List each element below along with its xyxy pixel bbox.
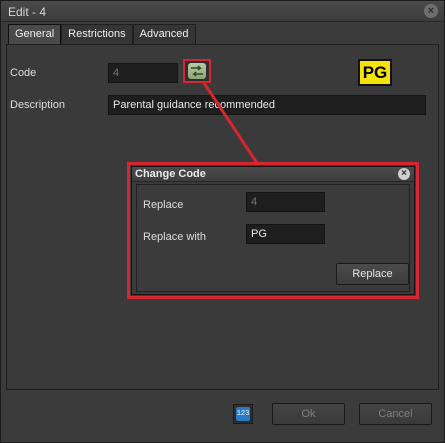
numbering-icon: 123	[236, 407, 250, 421]
dialog-title: Change Code	[135, 168, 206, 180]
edit-window: Edit - 4 × General Restrictions Advanced…	[0, 0, 445, 443]
tab-bar: General Restrictions Advanced	[8, 24, 196, 44]
dialog-close-icon[interactable]: ×	[398, 168, 410, 180]
replace-button[interactable]: Replace	[336, 263, 409, 285]
code-field[interactable]: 4	[108, 63, 178, 83]
tab-restrictions[interactable]: Restrictions	[61, 24, 133, 44]
ok-button[interactable]: Ok	[272, 403, 345, 425]
replace-field[interactable]: 4	[246, 192, 325, 212]
code-label: Code	[10, 67, 37, 79]
replace-label: Replace	[143, 199, 184, 211]
tab-general[interactable]: General	[8, 24, 62, 44]
replace-with-label: Replace with	[143, 231, 206, 243]
window-title: Edit - 4	[8, 5, 47, 19]
numbering-button[interactable]: 123	[233, 404, 253, 424]
replace-with-field[interactable]: PG	[246, 224, 325, 244]
tab-advanced[interactable]: Advanced	[132, 24, 196, 44]
title-bar[interactable]: Edit - 4 ×	[1, 1, 444, 22]
rating-badge: PG	[358, 59, 392, 86]
description-label: Description	[10, 99, 66, 111]
close-icon[interactable]: ×	[424, 4, 438, 18]
description-field[interactable]: Parental guidance recommended	[108, 95, 426, 115]
dialog-title-bar[interactable]: Change Code ×	[132, 167, 414, 182]
swap-arrows-icon	[188, 63, 206, 79]
cancel-button[interactable]: Cancel	[359, 403, 432, 425]
change-code-button[interactable]	[183, 59, 211, 83]
